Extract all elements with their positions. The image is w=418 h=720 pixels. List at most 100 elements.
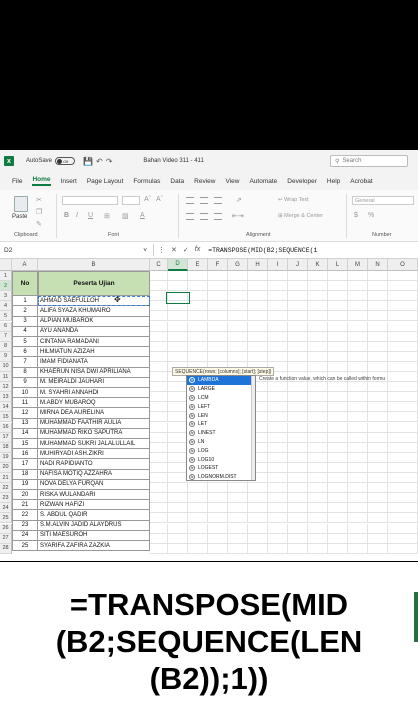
empty-cell[interactable] — [388, 493, 418, 504]
empty-cell[interactable] — [288, 301, 308, 312]
empty-cell[interactable] — [188, 341, 208, 352]
empty-cell[interactable] — [388, 321, 418, 332]
empty-cell[interactable] — [328, 361, 348, 372]
empty-cell[interactable] — [168, 432, 188, 443]
autocomplete-item[interactable]: fx LAMBDA — [187, 376, 255, 385]
header-no[interactable]: No — [12, 271, 38, 297]
tab-insert[interactable]: Insert — [61, 178, 77, 185]
empty-cell[interactable] — [348, 382, 368, 393]
empty-cell[interactable] — [168, 412, 188, 423]
tab-home[interactable]: Home — [32, 176, 51, 186]
empty-cell[interactable] — [150, 513, 168, 524]
empty-cell[interactable] — [328, 442, 348, 453]
empty-cell[interactable] — [348, 412, 368, 423]
empty-cell[interactable] — [328, 402, 348, 413]
empty-cell[interactable] — [308, 503, 328, 514]
empty-cell[interactable] — [288, 291, 308, 302]
empty-cell[interactable] — [288, 483, 308, 494]
empty-cell[interactable] — [208, 351, 228, 362]
empty-cell[interactable] — [268, 351, 288, 362]
empty-cell[interactable] — [168, 271, 188, 282]
empty-cell[interactable] — [328, 311, 348, 322]
empty-cell[interactable] — [268, 442, 288, 453]
empty-cell[interactable] — [188, 351, 208, 362]
empty-cell[interactable] — [368, 483, 388, 494]
empty-cell[interactable] — [248, 311, 268, 322]
empty-cell[interactable] — [368, 422, 388, 433]
empty-cell[interactable] — [268, 331, 288, 342]
cell-peserta[interactable]: ALIFA SYAZA KHUMAIRO — [38, 306, 150, 317]
empty-cell[interactable] — [388, 473, 418, 484]
empty-cell[interactable] — [308, 271, 328, 282]
autocomplete-item[interactable]: fx LOGNORM.DIST — [187, 473, 255, 482]
empty-cell[interactable] — [208, 301, 228, 312]
empty-cell[interactable] — [288, 473, 308, 484]
empty-cell[interactable] — [308, 493, 328, 504]
empty-cell[interactable] — [208, 533, 228, 544]
empty-cell[interactable] — [228, 351, 248, 362]
empty-cell[interactable] — [348, 301, 368, 312]
empty-cell[interactable] — [268, 452, 288, 463]
empty-cell[interactable] — [308, 291, 328, 302]
empty-cell[interactable] — [228, 483, 248, 494]
empty-cell[interactable] — [168, 533, 188, 544]
empty-cell[interactable] — [228, 341, 248, 352]
empty-cell[interactable] — [348, 442, 368, 453]
row-header[interactable]: 16 — [0, 422, 12, 433]
empty-cell[interactable] — [248, 503, 268, 514]
empty-cell[interactable] — [248, 341, 268, 352]
cell-no[interactable]: 17 — [12, 459, 38, 470]
empty-cell[interactable] — [188, 311, 208, 322]
empty-cell[interactable] — [388, 452, 418, 463]
empty-cell[interactable] — [288, 422, 308, 433]
empty-cell[interactable] — [268, 432, 288, 443]
borders-icon[interactable]: ⊞ — [104, 212, 110, 220]
empty-cell[interactable] — [348, 361, 368, 372]
tab-acrobat[interactable]: Acrobat — [350, 178, 372, 185]
empty-cell[interactable] — [388, 351, 418, 362]
empty-cell[interactable] — [208, 503, 228, 514]
empty-cell[interactable] — [268, 382, 288, 393]
empty-cell[interactable] — [150, 341, 168, 352]
empty-cell[interactable] — [388, 291, 418, 302]
empty-cell[interactable] — [328, 382, 348, 393]
row-header[interactable]: 1 — [0, 271, 12, 282]
empty-cell[interactable] — [228, 503, 248, 514]
empty-cell[interactable] — [368, 321, 388, 332]
row-header[interactable]: 28 — [0, 543, 12, 554]
empty-cell[interactable] — [208, 291, 228, 302]
empty-cell[interactable] — [188, 483, 208, 494]
empty-cell[interactable] — [288, 503, 308, 514]
empty-cell[interactable] — [388, 311, 418, 322]
empty-cell[interactable] — [328, 493, 348, 504]
empty-cell[interactable] — [208, 543, 228, 554]
cell-no[interactable]: 13 — [12, 418, 38, 429]
empty-cell[interactable] — [288, 493, 308, 504]
empty-cell[interactable] — [308, 473, 328, 484]
empty-cell[interactable] — [348, 493, 368, 504]
empty-cell[interactable] — [368, 533, 388, 544]
row-header[interactable]: 13 — [0, 392, 12, 403]
cell-no[interactable]: 22 — [12, 510, 38, 521]
empty-cell[interactable] — [348, 291, 368, 302]
empty-cell[interactable] — [348, 503, 368, 514]
empty-cell[interactable] — [368, 402, 388, 413]
empty-cell[interactable] — [388, 361, 418, 372]
empty-cell[interactable] — [150, 281, 168, 292]
column-header-h[interactable]: H — [248, 259, 268, 271]
empty-cell[interactable] — [188, 301, 208, 312]
empty-cell[interactable] — [348, 462, 368, 473]
empty-cell[interactable] — [348, 331, 368, 342]
indent-icon[interactable]: ⇤⇥ — [232, 212, 244, 220]
empty-cell[interactable] — [150, 372, 168, 383]
empty-cell[interactable] — [308, 442, 328, 453]
empty-cell[interactable] — [348, 533, 368, 544]
empty-cell[interactable] — [368, 271, 388, 282]
empty-cell[interactable] — [308, 311, 328, 322]
row-header[interactable]: 18 — [0, 442, 12, 453]
autocomplete-item[interactable]: fx LEFT — [187, 402, 255, 411]
row-header[interactable]: 19 — [0, 452, 12, 463]
row-header[interactable]: 17 — [0, 432, 12, 443]
cell-peserta[interactable]: NADI RAPIDIANTO — [38, 459, 150, 470]
empty-cell[interactable] — [368, 412, 388, 423]
